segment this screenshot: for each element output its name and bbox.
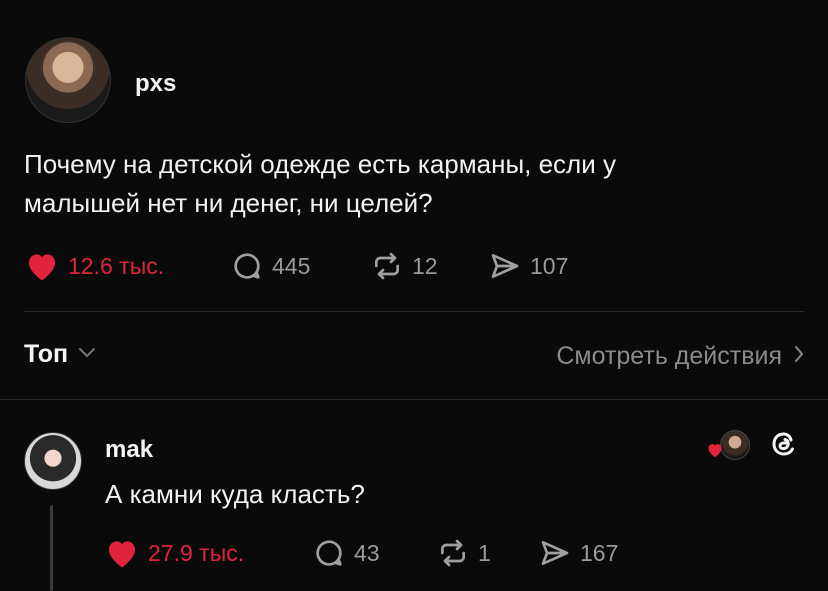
divider-top — [24, 311, 804, 312]
chevron-down-icon — [78, 346, 96, 364]
post-repost-button[interactable]: 12 — [370, 250, 438, 282]
post-text-line-1: Почему на детской одежде есть карманы, е… — [24, 149, 616, 179]
liked-by-author-badge — [706, 430, 750, 463]
reply-comment-count: 43 — [354, 539, 380, 566]
heart-icon — [104, 537, 140, 569]
reply-share-button[interactable]: 167 — [538, 537, 618, 569]
post-share-button[interactable]: 107 — [488, 250, 568, 282]
post-repost-count: 12 — [412, 252, 438, 279]
share-icon — [538, 537, 572, 569]
reply-author-username[interactable]: mak — [105, 436, 153, 464]
post-author-avatar[interactable] — [25, 37, 111, 123]
liked-by-author-avatar — [720, 430, 750, 460]
reply-like-button[interactable]: 27.9 тыс. — [104, 537, 244, 569]
share-icon — [488, 250, 522, 282]
reply-share-count: 167 — [580, 539, 619, 566]
post-share-count: 107 — [530, 252, 569, 279]
post-comment-count: 445 — [272, 252, 311, 279]
comment-icon — [230, 250, 264, 282]
post-like-count: 12.6 тыс. — [68, 252, 165, 279]
reply-author-avatar[interactable] — [24, 432, 82, 490]
divider-bottom — [0, 399, 828, 400]
reply-repost-count: 1 — [478, 539, 491, 566]
reply-repost-button[interactable]: 1 — [436, 537, 491, 569]
post-like-button[interactable]: 12.6 тыс. — [24, 250, 164, 282]
heart-icon — [706, 442, 724, 463]
chevron-right-icon — [794, 345, 804, 368]
view-activity-label: Смотреть действия — [556, 342, 782, 370]
post-author-username[interactable]: pxs — [135, 70, 176, 98]
reply-comment-button[interactable]: 43 — [312, 537, 380, 569]
view-activity-link[interactable]: Смотреть действия — [556, 342, 804, 371]
comment-icon — [312, 537, 346, 569]
thread-connector-line — [50, 505, 53, 591]
threads-logo-icon[interactable] — [766, 426, 802, 462]
heart-icon — [24, 250, 60, 282]
post-comment-button[interactable]: 445 — [230, 250, 310, 282]
repost-icon — [370, 250, 404, 282]
reply-like-count: 27.9 тыс. — [148, 539, 245, 566]
post-text-line-2: малышей нет ни денег, ни целей? — [24, 188, 433, 218]
sort-dropdown[interactable]: Топ — [24, 340, 96, 369]
repost-icon — [436, 537, 470, 569]
sort-label: Топ — [24, 340, 69, 368]
reply-text: А камни куда класть? — [105, 479, 365, 509]
